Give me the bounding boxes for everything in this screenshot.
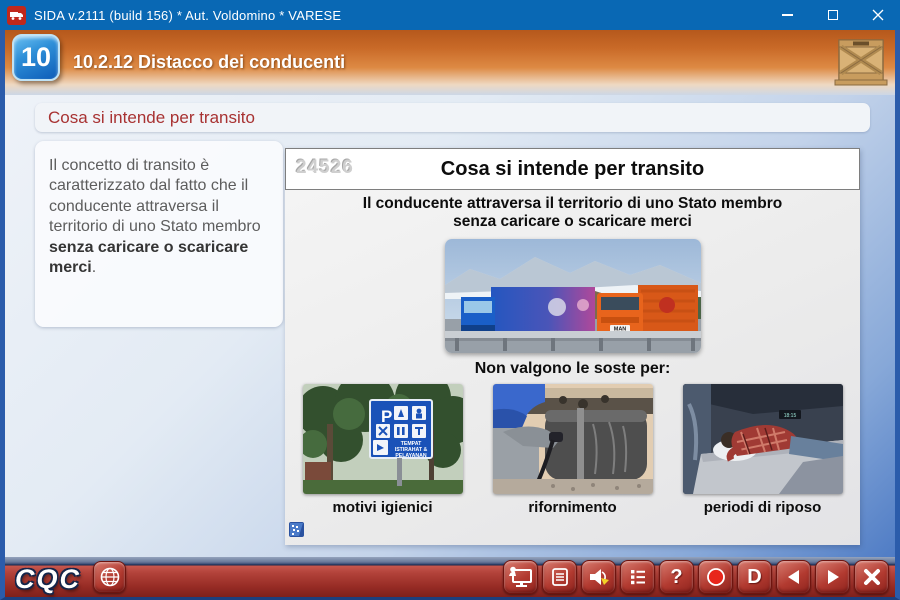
minimize-button[interactable] [765,0,810,30]
card-refuel: rifornimento [493,384,653,516]
index-list-button[interactable] [620,560,655,594]
next-arrow-icon [823,567,843,587]
audio-button[interactable] [581,560,616,594]
caption-rest: periodi di riposo [683,499,843,516]
rest-area-sign-photo: P TEMPAT ISTIRAHAT & [303,384,463,494]
chapter-10-icon: 10 [12,34,60,81]
truck-app-icon [7,6,26,25]
dictionary-icon: D [747,566,761,589]
presenter-mode-button[interactable] [503,560,538,594]
chapter-title: 10.2.12 Distacco dei conducenti [73,52,345,73]
slide-panel: 24526 Cosa si intende per transito Il co… [285,148,860,545]
stops-label: Non valgono le soste per: [285,360,860,378]
exit-button[interactable] [854,560,889,594]
record-button[interactable] [698,560,733,594]
main-area: Cosa si intende per transito Il concetto… [5,95,895,557]
window-title: SIDA v.2111 (build 156) * Aut. Voldomino… [34,8,341,23]
slide-header: 24526 Cosa si intende per transito [285,148,860,190]
slide-title: Cosa si intende per transito [441,158,704,181]
transit-trucks-photo: MAN [445,239,701,353]
card-hygiene: P TEMPAT ISTIRAHAT & [303,384,463,516]
parking-symbol: P [381,407,392,426]
speaker-audio-icon [587,566,611,588]
slide-body: Il conducente attraversa il territorio d… [285,190,860,545]
sleeping-driver-photo: 18:15 [683,384,843,494]
list-index-icon [628,567,648,587]
lesson-paragraph: Il concetto di transito è caratterizzato… [49,156,269,279]
refueling-photo [493,384,653,494]
caption-hygiene: motivi igienici [303,499,463,516]
maximize-icon [828,10,838,20]
presenter-screen-icon [509,566,533,588]
close-icon [872,9,884,21]
caption-refuel: rifornimento [493,499,653,516]
next-button[interactable] [815,560,850,594]
close-x-icon [862,567,882,587]
crate-icon [833,36,889,93]
cqc-logo: CQC [15,564,81,595]
help-button[interactable]: ? [659,560,694,594]
titlebar: SIDA v.2111 (build 156) * Aut. Voldomino… [0,0,900,30]
slide-subtitle-line1: Il conducente attraversa il territorio d… [285,195,860,213]
text-page-button[interactable] [542,560,577,594]
text-page-icon [550,567,570,587]
section-title-bar: Cosa si intende per transito [35,103,870,132]
dictionary-button[interactable]: D [737,560,772,594]
close-window-button[interactable] [855,0,900,30]
prev-arrow-icon [784,567,804,587]
minimize-icon [782,14,793,16]
previous-button[interactable] [776,560,811,594]
help-icon: ? [670,566,682,589]
card-rest: 18:15 [683,384,843,516]
maximize-button[interactable] [810,0,855,30]
app-window: SIDA v.2111 (build 156) * Aut. Voldomino… [0,0,900,600]
lesson-text-panel: Il concetto di transito è caratterizzato… [35,141,283,327]
svg-text:18:15: 18:15 [783,413,796,419]
sida-mini-logo-icon [288,521,305,538]
chapter-header: 10 10.2.12 Distacco dei conducenti [5,30,895,95]
record-icon [705,566,727,588]
bottom-toolbar: CQC [5,557,895,597]
slide-code: 24526 [296,157,354,179]
window-frame: 10 10.2.12 Distacco dei conducenti Cosa … [0,30,900,600]
globe-button[interactable] [93,561,126,593]
globe-icon [99,566,121,588]
slide-subtitle-line2: senza caricare o scaricare merci [285,213,860,231]
